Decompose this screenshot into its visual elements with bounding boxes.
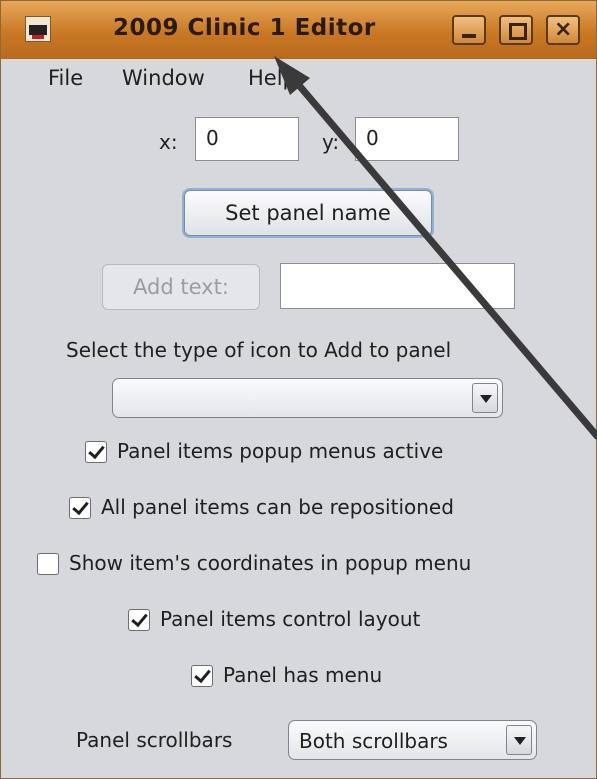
checkbox[interactable] <box>128 609 150 631</box>
y-label: y: <box>322 130 340 154</box>
menu-bar: File Window Help <box>1 59 596 99</box>
option-label: Panel items control layout <box>160 607 421 631</box>
app-locomotive-icon[interactable] <box>25 16 51 42</box>
option-panel-has-menu[interactable]: Panel has menu <box>191 663 451 691</box>
maximize-icon <box>509 23 527 40</box>
menu-window[interactable]: Window <box>122 66 205 90</box>
option-label: Panel has menu <box>223 663 383 687</box>
option-control-layout[interactable]: Panel items control layout <box>128 607 508 635</box>
scrollbars-selected: Both scrollbars <box>299 729 448 753</box>
scrollbars-label: Panel scrollbars <box>76 728 233 752</box>
checkbox[interactable] <box>69 497 91 519</box>
chevron-down-icon <box>506 725 532 755</box>
checkbox[interactable] <box>85 441 107 463</box>
y-coordinate-field[interactable]: 0 <box>355 117 459 161</box>
option-popup-menus-active[interactable]: Panel items popup menus active <box>85 439 545 467</box>
title-bar[interactable]: 2009 Clinic 1 Editor × <box>1 1 596 60</box>
scrollbars-select[interactable]: Both scrollbars <box>288 720 537 760</box>
close-button[interactable]: × <box>546 15 580 45</box>
close-icon: × <box>554 17 573 42</box>
checkbox[interactable] <box>37 553 59 575</box>
minimize-button[interactable] <box>452 15 486 45</box>
option-items-repositionable[interactable]: All panel items can be repositioned <box>69 495 569 523</box>
chevron-down-icon <box>472 383 498 413</box>
maximize-button[interactable] <box>499 15 533 45</box>
add-text-button[interactable]: Add text: <box>102 264 260 310</box>
option-label: All panel items can be repositioned <box>101 495 454 519</box>
menu-file[interactable]: File <box>48 66 83 90</box>
option-label: Panel items popup menus active <box>117 439 444 463</box>
minimize-icon <box>462 34 476 38</box>
set-panel-name-button[interactable]: Set panel name <box>184 190 432 236</box>
option-show-coordinates[interactable]: Show item's coordinates in popup menu <box>37 551 597 579</box>
x-coordinate-field[interactable]: 0 <box>195 117 299 161</box>
editor-window: 2009 Clinic 1 Editor × File Window Help … <box>0 0 597 779</box>
menu-help[interactable]: Help <box>248 66 296 90</box>
x-label: x: <box>159 130 178 154</box>
icon-type-select[interactable] <box>112 378 503 418</box>
icon-type-label: Select the type of icon to Add to panel <box>66 338 452 362</box>
checkbox[interactable] <box>191 665 213 687</box>
option-label: Show item's coordinates in popup menu <box>69 551 472 575</box>
window-title: 2009 Clinic 1 Editor <box>113 15 376 41</box>
add-text-field[interactable] <box>280 263 515 309</box>
